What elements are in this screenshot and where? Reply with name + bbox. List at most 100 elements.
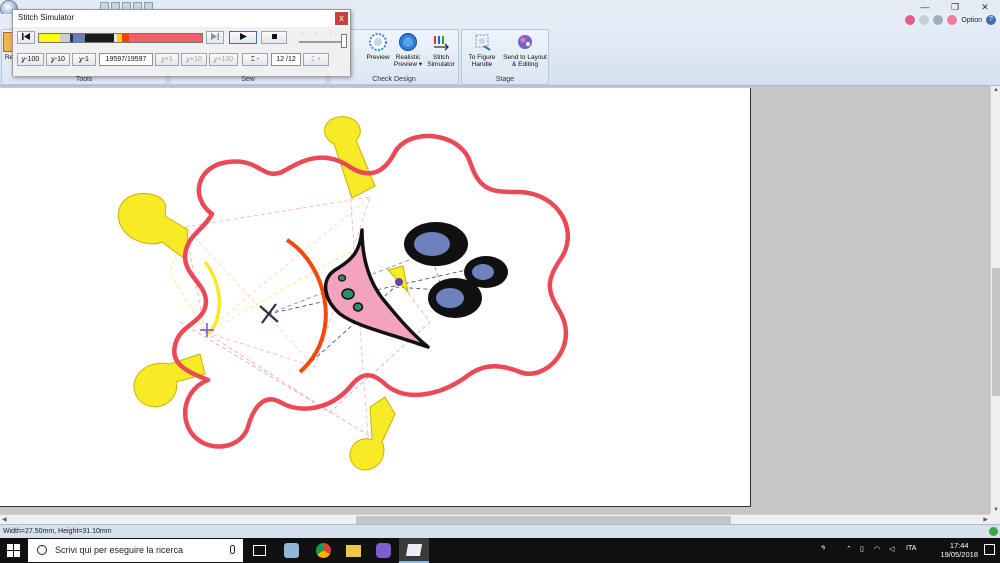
stitch-simulator-label: Stitch Simulator bbox=[427, 54, 455, 68]
design-app-icon bbox=[405, 544, 423, 556]
search-placeholder: Scrivi qui per eseguire la ricerca bbox=[55, 545, 184, 555]
restore-button[interactable]: ❐ bbox=[940, 0, 970, 14]
app-icon-cloud[interactable] bbox=[284, 543, 299, 558]
clock-time: 17:44 bbox=[949, 541, 969, 550]
realistic-preview-button[interactable]: Realistic Preview ▾ bbox=[392, 32, 424, 68]
option-menu[interactable]: Option bbox=[961, 17, 982, 24]
previous-color-button[interactable]: ⌶ - bbox=[242, 53, 268, 66]
scroll-up-icon[interactable]: ▲ bbox=[993, 87, 999, 93]
back-10-label: -10 bbox=[54, 56, 65, 63]
preview-label: Preview bbox=[366, 54, 390, 61]
horizontal-scrollbar[interactable]: ◀ ▶ bbox=[0, 514, 990, 524]
close-window-button[interactable]: ✕ bbox=[970, 0, 1000, 14]
file-explorer-icon[interactable] bbox=[346, 545, 361, 557]
eyes bbox=[404, 222, 508, 318]
gear-icon[interactable] bbox=[933, 15, 944, 25]
windows-logo-icon bbox=[7, 544, 13, 550]
left-leg bbox=[133, 353, 206, 408]
active-app-tab[interactable] bbox=[399, 538, 429, 563]
dialog-title: Stitch Simulator bbox=[18, 13, 75, 22]
stop-button[interactable] bbox=[261, 31, 287, 44]
help-icon[interactable]: ? bbox=[986, 15, 996, 25]
group-label-sew: Sew bbox=[241, 76, 255, 83]
scroll-left-icon[interactable]: ◀ bbox=[2, 516, 7, 523]
notification-icon[interactable] bbox=[984, 544, 995, 555]
play-icon bbox=[240, 33, 247, 40]
status-bar: Width=27.50mm, Height=31.10mm bbox=[0, 524, 1000, 538]
speed-slider-thumb[interactable] bbox=[341, 34, 347, 48]
people-icon[interactable]: ዓ bbox=[821, 545, 825, 553]
stitch-simulator-dialog[interactable]: Stitch Simulator x · · · · · ỿ-100 ỿ-10 … bbox=[12, 9, 351, 76]
settings-icon[interactable] bbox=[919, 15, 930, 25]
skip-to-end-icon bbox=[211, 33, 219, 40]
embroidery-app-icon[interactable] bbox=[376, 543, 391, 558]
send-to-layout-icon bbox=[518, 35, 532, 49]
forward-10-button[interactable]: ỿ+10 bbox=[181, 53, 207, 66]
scroll-down-icon[interactable]: ▼ bbox=[993, 507, 999, 513]
vertical-scroll-thumb[interactable] bbox=[992, 268, 1000, 396]
tray-expand-icon[interactable]: ⌃ bbox=[846, 545, 852, 553]
go-to-end-button[interactable] bbox=[206, 31, 224, 44]
thread-color-segment bbox=[84, 34, 114, 42]
go-to-start-button[interactable] bbox=[17, 31, 35, 44]
thread-color-bar[interactable] bbox=[38, 33, 203, 43]
send-to-layout-button[interactable]: Send to Layout & Editing bbox=[502, 32, 548, 68]
back-100-button[interactable]: ỿ-100 bbox=[17, 53, 44, 66]
wifi-icon[interactable]: ◠ bbox=[874, 545, 880, 553]
scroll-right-icon[interactable]: ▶ bbox=[983, 516, 988, 523]
previous-color-label: - bbox=[256, 56, 260, 63]
stitch-simulator-icon bbox=[434, 36, 449, 51]
thread-color-segment bbox=[39, 34, 61, 42]
embroidery-design[interactable] bbox=[0, 88, 751, 507]
palette-icon[interactable] bbox=[905, 15, 916, 25]
bottom-leg bbox=[349, 396, 396, 471]
start-button[interactable] bbox=[7, 544, 20, 557]
minimize-button[interactable]: — bbox=[910, 0, 940, 14]
embroidery-icon[interactable] bbox=[947, 15, 958, 25]
forward-1-button[interactable]: ỿ+1 bbox=[155, 53, 179, 66]
vertical-scrollbar[interactable]: ▲ ▼ bbox=[990, 86, 1000, 514]
to-figure-handle-button[interactable]: To Figure Handle bbox=[464, 32, 500, 68]
language-indicator[interactable]: ITA bbox=[906, 545, 916, 552]
forward-100-button[interactable]: ỿ+100 bbox=[209, 53, 238, 66]
volume-icon[interactable]: ◁ bbox=[889, 545, 894, 553]
dialog-close-button[interactable]: x bbox=[335, 12, 348, 25]
play-button[interactable] bbox=[229, 31, 257, 44]
dialog-body: · · · · · ỿ-100 ỿ-10 ỿ-1 19597/19597 ỿ+1… bbox=[13, 27, 350, 76]
embroidery-hoop-area[interactable] bbox=[0, 88, 751, 507]
stitch-count-field[interactable]: 19597/19597 bbox=[99, 53, 153, 66]
next-color-label: + bbox=[317, 56, 322, 63]
task-view-icon[interactable] bbox=[253, 545, 266, 556]
microphone-icon[interactable] bbox=[230, 545, 235, 554]
back-10-button[interactable]: ỿ-10 bbox=[46, 53, 70, 66]
back-1-button[interactable]: ỿ-1 bbox=[72, 53, 96, 66]
preview-icon bbox=[369, 33, 387, 51]
preview-button[interactable]: Preview bbox=[362, 32, 394, 61]
speed-slider[interactable] bbox=[299, 41, 343, 43]
forward-10-label: +10 bbox=[189, 56, 202, 63]
ribbon-right-tools: Option ? bbox=[905, 15, 996, 25]
color-current: 12 bbox=[276, 56, 285, 63]
ribbon-group-stage: To Figure Handle Send to Layout & Editin… bbox=[461, 29, 549, 85]
color-count-field[interactable]: 12 /12 bbox=[271, 53, 301, 66]
stitch-simulator-button[interactable]: Stitch Simulator bbox=[425, 32, 457, 68]
to-figure-handle-label: To Figure Handle bbox=[468, 54, 496, 68]
taskbar-search[interactable]: Scrivi qui per eseguire la ricerca bbox=[28, 539, 243, 562]
next-color-button[interactable]: ⌶ + bbox=[303, 53, 329, 66]
group-label-stage: Stage bbox=[495, 76, 515, 83]
system-clock[interactable]: 17:44 19/05/2018 bbox=[940, 541, 978, 559]
horizontal-scroll-thumb[interactable] bbox=[356, 516, 731, 524]
dialog-title-bar[interactable]: Stitch Simulator x bbox=[13, 10, 350, 27]
back-1-label: -1 bbox=[82, 56, 89, 63]
thread-color-segment bbox=[128, 34, 202, 42]
stop-icon bbox=[271, 34, 277, 39]
color-total: /12 bbox=[286, 56, 296, 63]
chrome-icon[interactable] bbox=[316, 543, 331, 558]
left-arm bbox=[117, 193, 189, 261]
realistic-preview-icon bbox=[399, 33, 417, 51]
usb-icon[interactable]: ▯ bbox=[860, 545, 864, 553]
color-block-icon: ⌶ bbox=[310, 56, 316, 63]
skip-to-start-icon bbox=[22, 33, 30, 40]
clock-date: 19/05/2018 bbox=[940, 550, 978, 559]
search-icon bbox=[37, 545, 47, 555]
